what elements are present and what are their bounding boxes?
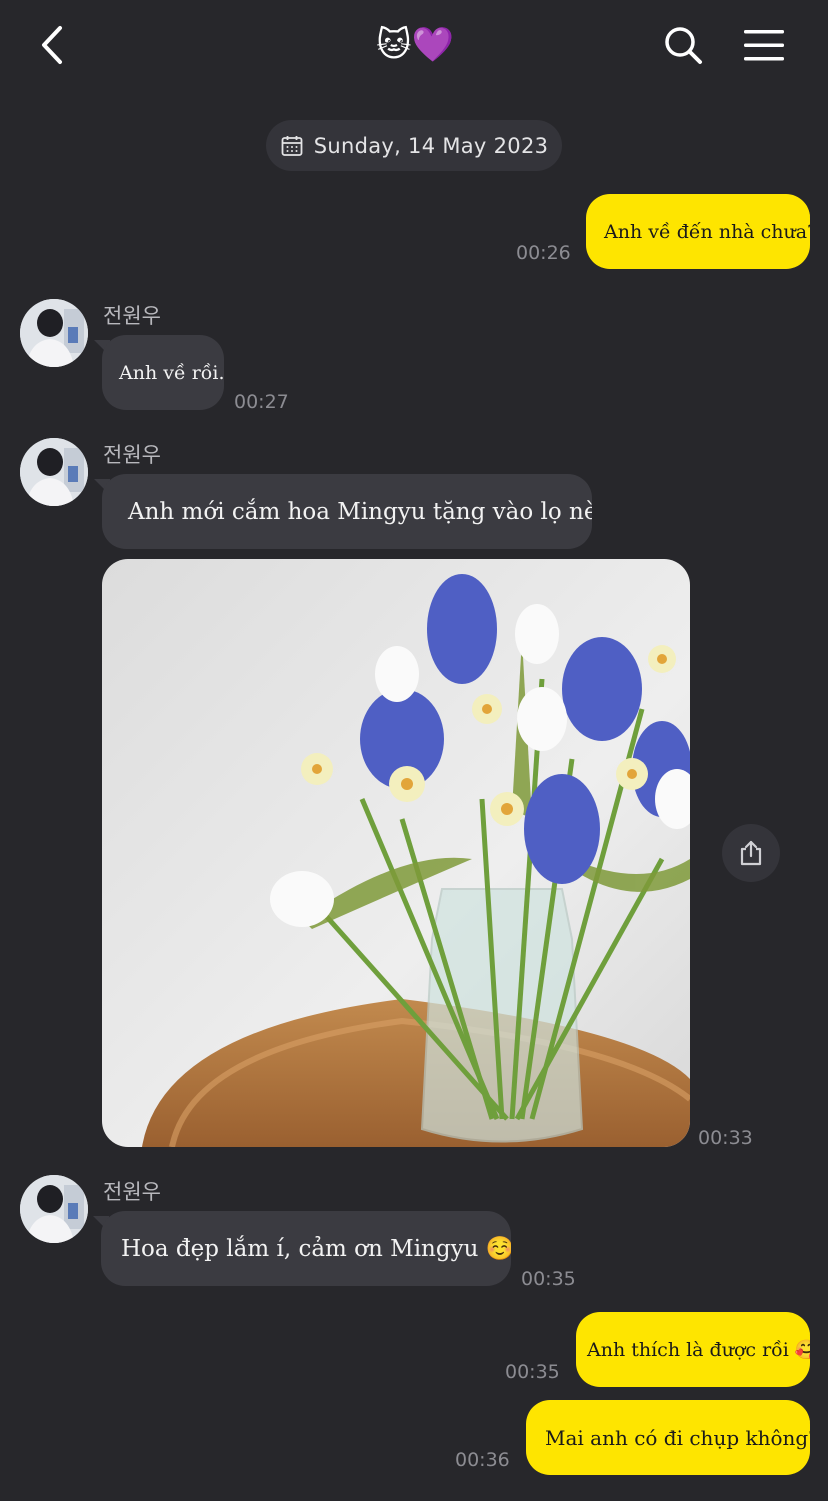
chat-title: 🐱💜	[376, 25, 454, 65]
message-timestamp: 00:26	[516, 242, 571, 264]
date-text: Sunday, 14 May 2023	[313, 133, 549, 158]
message-timestamp: 00:27	[234, 391, 289, 413]
message-bubble-outgoing[interactable]: Anh về đến nhà chưa?	[586, 194, 810, 269]
sender-name: 전원우	[103, 1180, 161, 1204]
search-button[interactable]	[660, 22, 706, 68]
calendar-icon	[281, 135, 303, 156]
search-icon	[665, 27, 702, 64]
message-bubble-outgoing[interactable]: Anh thích là được rồi 🥰	[576, 1312, 810, 1387]
message-text: Anh mới cắm hoa Mingyu tặng vào lọ nè.	[128, 498, 592, 525]
avatar[interactable]	[20, 299, 88, 367]
avatar[interactable]	[20, 1175, 88, 1243]
avatar[interactable]	[20, 438, 88, 506]
message-text: Mai anh có đi chụp không?	[545, 1425, 810, 1450]
message-text: Anh về rồi.	[119, 361, 224, 384]
profile-photo	[20, 1175, 88, 1243]
message-bubble-incoming[interactable]: Anh mới cắm hoa Mingyu tặng vào lọ nè.	[102, 474, 592, 549]
flower-vase-photo	[102, 559, 690, 1147]
share-icon	[740, 840, 762, 866]
profile-photo	[20, 299, 88, 367]
message-timestamp: 00:35	[505, 1361, 560, 1383]
sender-name: 전원우	[103, 304, 161, 328]
message-bubble-incoming[interactable]: Hoa đẹp lắm í, cảm ơn Mingyu ☺️	[101, 1211, 511, 1286]
message-photo[interactable]	[102, 559, 690, 1147]
back-button[interactable]	[30, 22, 74, 68]
message-text: Anh thích là được rồi 🥰	[587, 1339, 810, 1361]
chevron-left-icon	[42, 26, 62, 64]
date-divider: Sunday, 14 May 2023	[266, 120, 562, 171]
message-bubble-outgoing[interactable]: Mai anh có đi chụp không?	[526, 1400, 810, 1475]
message-timestamp: 00:35	[521, 1268, 576, 1290]
profile-photo	[20, 438, 88, 506]
message-bubble-incoming[interactable]: Anh về rồi.	[102, 335, 224, 410]
message-timestamp: 00:36	[455, 1449, 510, 1471]
hamburger-menu-icon	[744, 30, 784, 61]
message-text: Anh về đến nhà chưa?	[604, 220, 810, 243]
share-button[interactable]	[722, 824, 780, 882]
menu-button[interactable]	[740, 22, 788, 68]
message-timestamp: 00:33	[698, 1127, 753, 1149]
message-text: Hoa đẹp lắm í, cảm ơn Mingyu ☺️	[121, 1236, 511, 1262]
sender-name: 전원우	[103, 443, 161, 467]
